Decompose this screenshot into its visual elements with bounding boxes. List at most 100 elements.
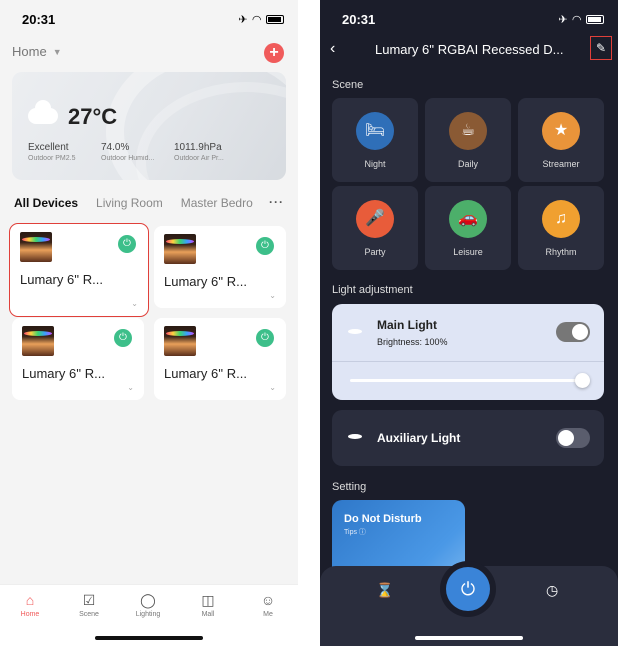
- device-thumbnail: [164, 234, 196, 264]
- home-selector[interactable]: Home ▼: [12, 44, 62, 59]
- scene-label: Daily: [457, 159, 478, 169]
- device-thumbnail: [22, 326, 54, 356]
- device-card[interactable]: ⏻ Lumary 6'' R... ⌄: [9, 223, 149, 317]
- back-icon[interactable]: ‹: [330, 40, 335, 58]
- nav-lighting[interactable]: ◯ Lighting: [128, 591, 168, 618]
- home-screen: 20:31 ✈ ◠ Home ▼ + 27°C Excellent Outdoo…: [0, 0, 298, 646]
- more-tabs-icon[interactable]: ···: [269, 195, 284, 209]
- weather-card[interactable]: 27°C Excellent Outdoor PM2.5 74.0% Outdo…: [12, 72, 286, 180]
- bottom-nav: ⌂ Home ☑ Scene ◯ Lighting ◫ Mall ☺ Me: [0, 584, 298, 646]
- scene-label: Leisure: [453, 247, 483, 257]
- device-name: Lumary 6'' R...: [164, 274, 247, 289]
- section-title-scene: Scene: [332, 79, 364, 91]
- power-icon[interactable]: ⏻: [118, 235, 136, 253]
- brightness-slider[interactable]: [350, 373, 590, 388]
- status-icons: ✈ ◠: [558, 13, 604, 26]
- user-icon: ☺: [260, 592, 276, 608]
- dnd-tips[interactable]: Tips ⓘ: [344, 527, 366, 537]
- control-bar: ⌛ ⏻ ◷: [320, 566, 618, 646]
- cloud-icon: [28, 100, 58, 124]
- power-icon[interactable]: ⏻: [256, 329, 274, 347]
- main-light-title: Main Light: [377, 318, 437, 332]
- nav-label: Home: [20, 611, 40, 618]
- auxiliary-light-card: Auxiliary Light: [332, 410, 604, 466]
- main-light-card: Main Light Brightness: 100%: [332, 304, 604, 400]
- star-icon: ★: [542, 112, 580, 150]
- tab-master-bedroom[interactable]: Master Bedro: [181, 196, 253, 210]
- room-tabs: All Devices Living Room Master Bedro ···: [14, 195, 288, 210]
- edit-icon[interactable]: ✎: [590, 36, 612, 60]
- scene-icon: ☑: [82, 592, 96, 608]
- chevron-down-icon[interactable]: ⌄: [131, 299, 138, 308]
- scene-rhythm[interactable]: ♫ Rhythm: [518, 186, 604, 270]
- status-time: 20:31: [22, 12, 56, 27]
- home-label: Home: [12, 44, 47, 59]
- car-icon: 🚗: [449, 200, 487, 238]
- airplane-icon: ✈: [558, 14, 568, 26]
- device-thumbnail: [164, 326, 196, 356]
- brightness-value: Brightness: 100%: [377, 337, 448, 347]
- light-bulb-icon: [348, 329, 362, 334]
- music-icon: ♫: [542, 200, 580, 238]
- home-indicator: [95, 636, 203, 640]
- airplane-icon: ✈: [238, 14, 248, 26]
- scene-label: Streamer: [542, 159, 580, 169]
- power-button[interactable]: ⏻: [446, 567, 490, 611]
- device-card[interactable]: ⏻ Lumary 6'' R... ⌄: [154, 226, 286, 308]
- scene-daily[interactable]: ☕ Daily: [425, 98, 511, 182]
- weather-stat: 1011.9hPa Outdoor Air Pr...: [174, 142, 247, 162]
- scene-streamer[interactable]: ★ Streamer: [518, 98, 604, 182]
- device-name: Lumary 6'' R...: [164, 366, 247, 381]
- power-icon[interactable]: ⏻: [114, 329, 132, 347]
- device-card[interactable]: ⏻ Lumary 6'' R... ⌄: [154, 318, 286, 400]
- detail-header: ‹ Lumary 6'' RGBAI Recessed D... ✎: [320, 36, 618, 60]
- weather-stats: Excellent Outdoor PM2.5 74.0% Outdoor Hu…: [28, 142, 247, 162]
- hourglass-icon[interactable]: ⌛: [376, 582, 393, 599]
- device-card[interactable]: ⏻ Lumary 6'' R... ⌄: [12, 318, 144, 400]
- coffee-icon: ☕: [449, 112, 487, 150]
- nav-scene[interactable]: ☑ Scene: [69, 591, 109, 618]
- page-title: Lumary 6'' RGBAI Recessed D...: [375, 42, 564, 57]
- nav-mall[interactable]: ◫ Mall: [188, 591, 228, 618]
- screenshot-stage: 20:31 ✈ ◠ Home ▼ + 27°C Excellent Outdoo…: [0, 0, 618, 646]
- stat-label: Outdoor PM2.5: [28, 155, 76, 162]
- weather-stat: Excellent Outdoor PM2.5: [28, 142, 101, 162]
- battery-icon: [586, 15, 604, 24]
- status-time: 20:31: [342, 12, 376, 27]
- light-bulb-icon: [348, 434, 362, 439]
- nav-label: Me: [263, 611, 273, 618]
- clock-icon[interactable]: ◷: [546, 582, 558, 599]
- home-icon: ⌂: [25, 592, 35, 608]
- device-thumbnail: [20, 232, 52, 262]
- temperature: 27°C: [68, 104, 118, 129]
- status-icons: ✈ ◠: [238, 13, 284, 26]
- chevron-down-icon[interactable]: ⌄: [127, 383, 134, 392]
- scene-party[interactable]: 🎤 Party: [332, 186, 418, 270]
- chevron-down-icon[interactable]: ⌄: [269, 383, 276, 392]
- scene-label: Rhythm: [545, 247, 577, 257]
- auxiliary-light-toggle[interactable]: [556, 428, 590, 448]
- nav-me[interactable]: ☺ Me: [248, 591, 288, 618]
- scene-label: Night: [364, 159, 386, 169]
- power-icon[interactable]: ⏻: [256, 237, 274, 255]
- tab-living-room[interactable]: Living Room: [96, 196, 163, 210]
- section-title-light-adjustment: Light adjustment: [332, 284, 413, 296]
- device-name: Lumary 6'' R...: [22, 366, 105, 381]
- tab-all-devices[interactable]: All Devices: [14, 196, 78, 210]
- add-device-button[interactable]: +: [264, 43, 284, 63]
- status-bar: 20:31 ✈ ◠: [320, 12, 618, 30]
- main-light-toggle[interactable]: [556, 322, 590, 342]
- device-detail-screen: 20:31 ✈ ◠ ‹ Lumary 6'' RGBAI Recessed D.…: [320, 0, 618, 646]
- toggle-knob: [572, 324, 588, 340]
- slider-handle[interactable]: [575, 373, 590, 388]
- microphone-icon: 🎤: [356, 200, 394, 238]
- battery-icon: [266, 15, 284, 24]
- scene-night[interactable]: 🛏 Night: [332, 98, 418, 182]
- wifi-icon: ◠: [252, 14, 261, 26]
- nav-label: Scene: [79, 611, 99, 618]
- nav-home[interactable]: ⌂ Home: [10, 591, 50, 618]
- scene-leisure[interactable]: 🚗 Leisure: [425, 186, 511, 270]
- bag-icon: ◫: [201, 592, 215, 608]
- chevron-down-icon[interactable]: ⌄: [269, 291, 276, 300]
- stat-value: Excellent: [28, 142, 69, 153]
